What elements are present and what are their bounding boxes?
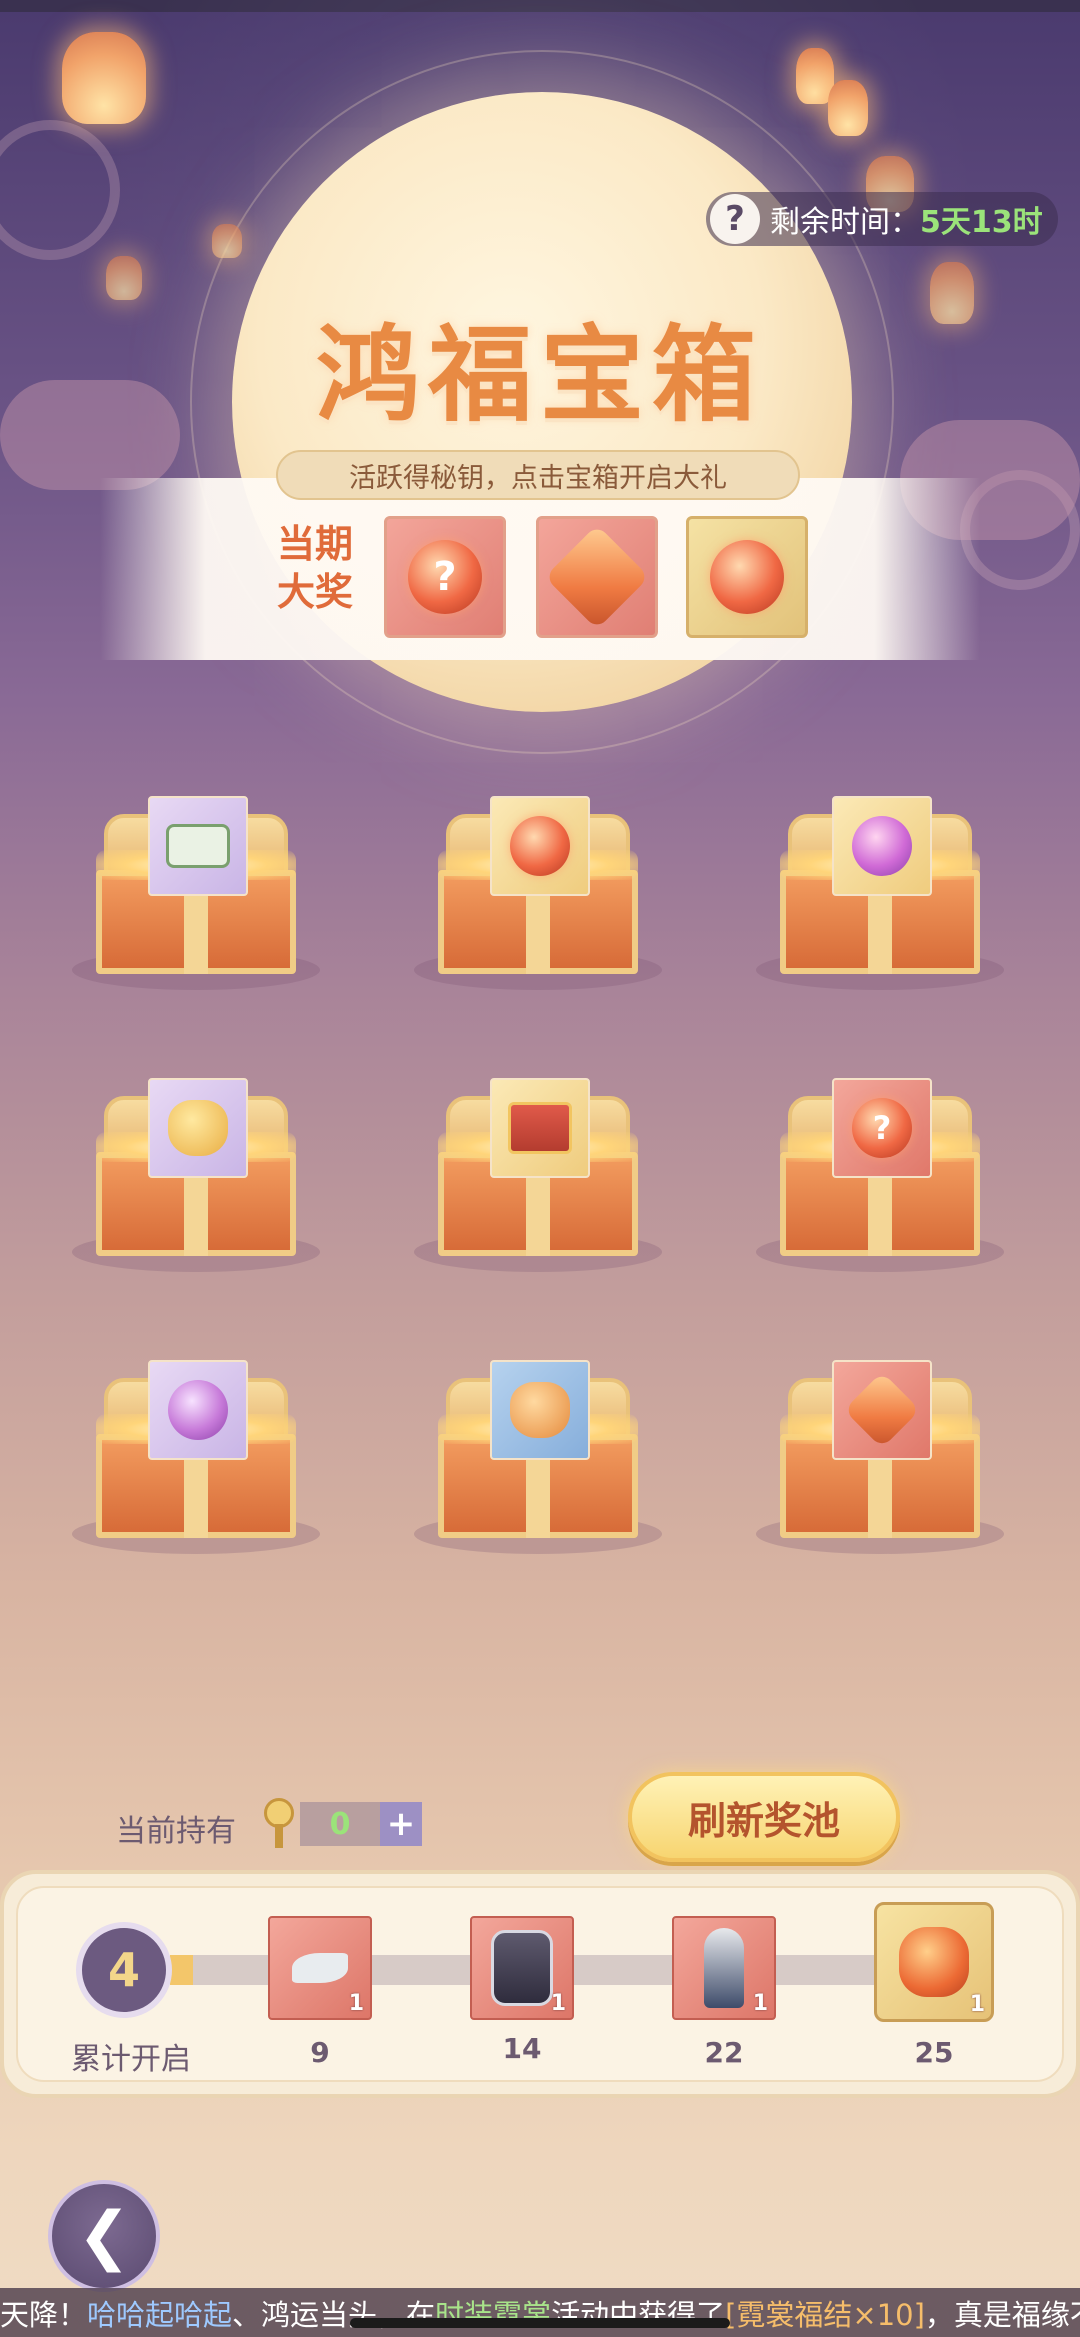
home-indicator: [350, 2318, 730, 2328]
reward-quantity: 1: [550, 1991, 566, 2016]
grand-prize-label: 当期 大奖: [276, 522, 353, 614]
holding-label: 当前持有: [116, 1814, 236, 1849]
purple-crystal-icon: [168, 1380, 228, 1440]
opened-count-label: 累计开启: [71, 2042, 191, 2077]
lantern-icon: [106, 256, 142, 300]
timer-label: 剩余时间：: [770, 205, 920, 240]
mini-chest-icon: [508, 1102, 572, 1154]
amber-gem-icon: [544, 524, 650, 630]
lantern-icon: [930, 262, 974, 324]
silver-ornament-icon: [292, 1953, 348, 1983]
fortune-pouch-icon: [899, 1927, 969, 1997]
reward-card: [490, 1360, 590, 1460]
treasure-chest-7[interactable]: [72, 1360, 320, 1554]
red-orb-icon: [710, 540, 784, 614]
reward-card: [148, 1360, 248, 1460]
treasure-chest-9[interactable]: [756, 1360, 1004, 1554]
announcement-ticker: 天降！ 哈哈起哈起 、鸿运当头，在 时装霓裳 活动中获得了 [霓裳福结×10] …: [0, 2288, 1080, 2337]
opened-count-badge: 4: [76, 1922, 172, 2018]
milestone-threshold: 22: [704, 2036, 744, 2069]
treasure-chest-5[interactable]: [414, 1078, 662, 1272]
refresh-pool-button[interactable]: 刷新奖池: [628, 1772, 900, 1862]
red-orb-icon: [510, 816, 570, 876]
reward-quantity: 1: [969, 1992, 985, 2017]
grand-prize-2[interactable]: [536, 516, 658, 638]
reward-quantity: 1: [348, 1991, 364, 2016]
back-button[interactable]: ❮: [48, 2180, 160, 2292]
key-icon: [262, 1798, 298, 1850]
remaining-time-badge: ? 剩余时间： 5天13时: [706, 192, 1058, 246]
treasure-chest-1[interactable]: [72, 796, 320, 990]
cloud-decoration: [0, 380, 180, 490]
page-title: 鸿福宝箱: [315, 313, 764, 436]
subtitle-pill: 活跃得秘钥，点击宝箱开启大礼: [276, 450, 800, 500]
grand-prize-3[interactable]: [686, 516, 808, 638]
ticker-player-name: 哈哈起哈起: [87, 2297, 233, 2332]
star-bag-icon: [510, 1382, 570, 1438]
milestone-reward-1[interactable]: 1: [268, 1916, 372, 2020]
reward-card: [832, 1360, 932, 1460]
treasure-chest-2[interactable]: [414, 796, 662, 990]
lantern-icon: [62, 32, 146, 124]
timer-value: 5天13时: [920, 205, 1043, 240]
milestone-threshold: 9: [310, 2036, 330, 2069]
reward-card: [148, 796, 248, 896]
reward-quantity: 1: [752, 1991, 768, 2016]
reward-card: [148, 1078, 248, 1178]
help-icon[interactable]: ?: [710, 194, 760, 244]
progress-fill: [170, 1955, 193, 1985]
lantern-icon: [828, 80, 868, 136]
milestone-threshold: 14: [502, 2032, 542, 2065]
amber-gem-icon: [843, 1371, 921, 1449]
reward-card: ?: [832, 1078, 932, 1178]
treasure-chest-3[interactable]: [756, 796, 1004, 990]
back-arrow-icon: ❮: [77, 2199, 131, 2273]
treasure-chest-6[interactable]: ?: [756, 1078, 1004, 1272]
milestone-reward-2[interactable]: 1: [470, 1916, 574, 2020]
peach-icon: [852, 816, 912, 876]
treasure-chest-4[interactable]: [72, 1078, 320, 1272]
lantern-icon: [212, 224, 242, 258]
milestone-reward-4[interactable]: 1: [874, 1902, 994, 2022]
scroll-icon: [166, 824, 230, 868]
reward-card: [490, 796, 590, 896]
character-outfit-icon: [704, 1928, 744, 2008]
grand-prize-1[interactable]: ?: [384, 516, 506, 638]
milestone-reward-3[interactable]: 1: [672, 1916, 776, 2020]
wolf-backpack-icon: [491, 1930, 553, 2006]
key-count: 0: [300, 1802, 380, 1846]
ticker-item-name: [霓裳福结×10]: [725, 2297, 925, 2332]
mystery-orb-icon: ?: [852, 1098, 912, 1158]
milestone-threshold: 25: [914, 2036, 954, 2069]
add-key-button[interactable]: +: [380, 1802, 422, 1846]
mystery-orb-icon: ?: [408, 540, 482, 614]
treasure-chest-8[interactable]: [414, 1360, 662, 1554]
gold-bag-icon: [168, 1100, 228, 1156]
reward-card: [490, 1078, 590, 1178]
reward-card: [832, 796, 932, 896]
